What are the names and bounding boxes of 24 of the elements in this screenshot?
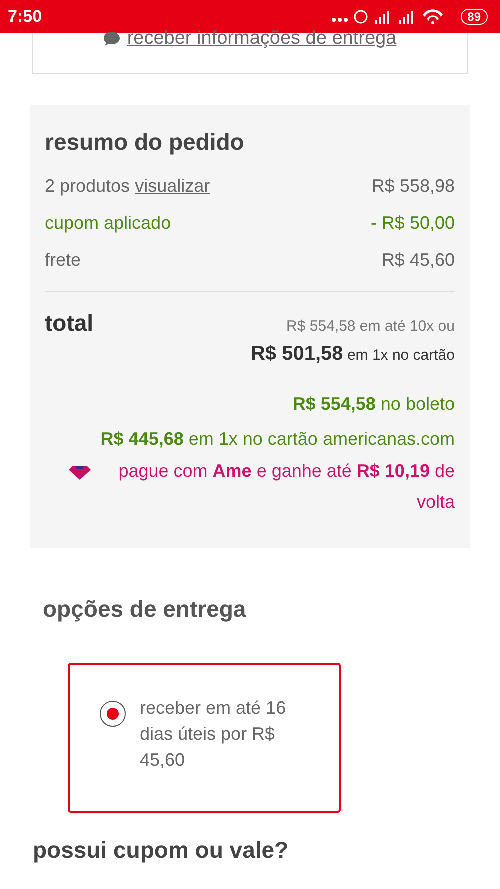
- installment-text: R$ 554,58 em até 10x ou: [286, 318, 455, 335]
- clock-time: 7:50: [8, 6, 42, 26]
- row-value: - R$ 50,00: [370, 213, 455, 235]
- row-label: frete: [45, 250, 82, 270]
- ame-offer-text: pague com Ame e ganhe até R$ 10,19 de volta: [118, 460, 455, 514]
- diamond-icon: [69, 466, 91, 480]
- total-label: total: [45, 310, 94, 338]
- delivery-options-title: opções de entrega: [43, 596, 248, 623]
- chat-icon: [103, 31, 122, 47]
- row-label: cupom aplicado: [45, 213, 172, 233]
- store-card-price-text: R$ 445,68 em 1x no cartão americanas.com: [100, 429, 455, 450]
- option-text: receber em até 16 dias úteis por R$ 45,60: [140, 697, 288, 772]
- coupon-title: possui cupom ou vale?: [33, 837, 290, 864]
- boleto-price-text: R$ 554,58 no boleto: [292, 394, 455, 415]
- row-value: R$ 45,60: [382, 250, 455, 272]
- view-link[interactable]: visualizar: [135, 176, 210, 196]
- delivery-info-link[interactable]: receber informações de entrega: [127, 29, 397, 49]
- radio-button[interactable]: [100, 701, 126, 727]
- row-label: 2 produtos: [45, 176, 130, 196]
- summary-title: resumo do pedido: [45, 129, 246, 156]
- delivery-option[interactable]: receber em até 16 dias úteis por R$ 45,60: [68, 663, 341, 813]
- battery-level: 89: [460, 8, 488, 24]
- row-value: R$ 558,98: [372, 176, 455, 198]
- card-price-text: R$ 501,58 em 1x no cartão: [250, 343, 455, 366]
